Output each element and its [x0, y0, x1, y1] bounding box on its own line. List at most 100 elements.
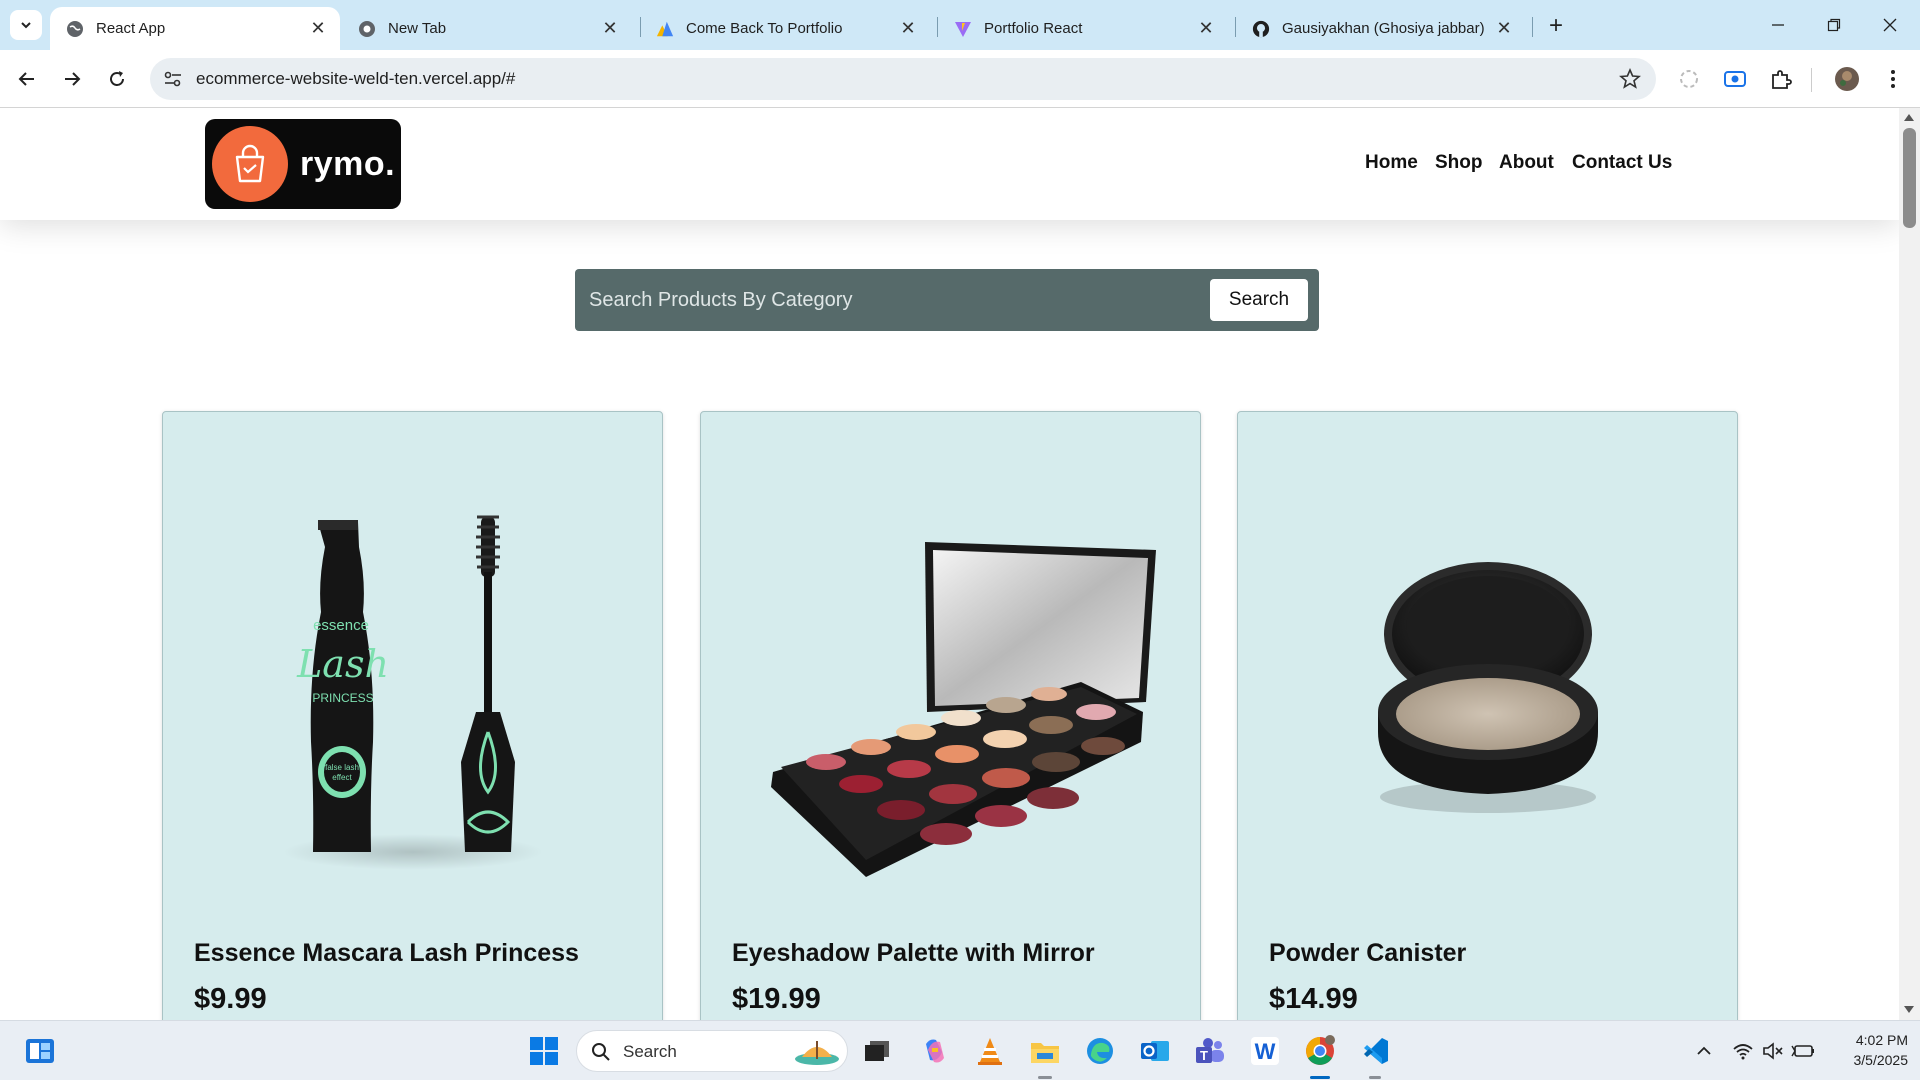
shopping-bag-icon — [212, 126, 288, 202]
system-clock[interactable]: 4:02 PM 3/5/2025 — [1818, 1030, 1909, 1070]
github-icon — [1252, 20, 1270, 38]
windows-start-icon[interactable] — [527, 1034, 561, 1068]
tab-new-tab[interactable]: New Tab ✕ — [342, 7, 632, 50]
copilot-icon[interactable] — [918, 1034, 952, 1068]
product-name: Eyeshadow Palette with Mirror — [732, 939, 1095, 967]
close-icon[interactable]: ✕ — [1494, 18, 1514, 39]
battery-icon[interactable] — [1790, 1039, 1816, 1063]
product-card[interactable]: essence Lash PRINCESS false lash effect … — [162, 411, 663, 1020]
outlook-icon[interactable] — [1138, 1034, 1172, 1068]
tab-title: Come Back To Portfolio — [686, 20, 843, 37]
close-icon — [1883, 18, 1897, 32]
mascara-image: essence Lash PRINCESS false lash effect — [283, 515, 543, 870]
product-search-bar: Search — [575, 269, 1319, 331]
star-icon[interactable] — [1618, 67, 1642, 91]
search-button[interactable]: Search — [1210, 279, 1308, 321]
tab-react-app[interactable]: React App ✕ — [50, 7, 340, 50]
chevron-up-icon[interactable] — [1692, 1039, 1716, 1063]
vlc-icon[interactable] — [973, 1034, 1007, 1068]
tab-separator — [1532, 17, 1533, 37]
triangles-icon — [656, 20, 674, 38]
arrow-right-icon — [65, 72, 81, 86]
tab-search-button[interactable] — [10, 10, 42, 40]
close-icon[interactable]: ✕ — [898, 18, 918, 39]
extension-loading-icon[interactable] — [1676, 66, 1702, 92]
svg-text:essence: essence — [313, 617, 369, 634]
taskbar-search-label: Search — [623, 1042, 677, 1061]
product-card[interactable]: Powder Canister $14.99 — [1237, 411, 1738, 1020]
edge-icon[interactable] — [1083, 1034, 1117, 1068]
close-icon[interactable]: ✕ — [1196, 18, 1216, 39]
nav-about[interactable]: About — [1499, 152, 1554, 174]
chrome-icon[interactable] — [1303, 1034, 1337, 1068]
search-icon — [592, 1043, 610, 1061]
arrow-left-icon — [18, 72, 34, 86]
tab-title: Portfolio React — [984, 20, 1083, 37]
svg-text:false lash: false lash — [325, 763, 359, 772]
running-indicator — [1038, 1076, 1052, 1079]
tab-title: New Tab — [388, 20, 447, 37]
minimize-button[interactable] — [1750, 0, 1806, 50]
puzzle-icon[interactable] — [1768, 66, 1794, 92]
site-settings-icon[interactable] — [162, 68, 184, 90]
close-icon[interactable]: ✕ — [308, 18, 328, 39]
svg-text:PRINCESS: PRINCESS — [312, 691, 373, 705]
globe-icon — [66, 20, 84, 38]
product-name: Powder Canister — [1269, 939, 1467, 967]
tab-title: React App — [96, 20, 166, 37]
eyeshadow-palette-image — [771, 542, 1156, 877]
powder-compact-image — [1378, 562, 1598, 813]
tab-github[interactable]: Gausiyakhan (Ghosiya jabbar) ✕ — [1236, 7, 1526, 50]
vite-icon — [954, 20, 972, 38]
running-indicator — [1369, 1076, 1381, 1079]
restore-icon — [1827, 18, 1841, 32]
svg-text:effect: effect — [332, 773, 352, 782]
widgets-icon[interactable] — [23, 1034, 57, 1068]
chrome-icon — [358, 20, 376, 38]
minimize-icon — [1772, 24, 1784, 26]
toolbar-divider — [1811, 68, 1812, 92]
file-explorer-icon[interactable] — [1028, 1034, 1062, 1068]
teams-icon[interactable]: T — [1193, 1034, 1227, 1068]
menu-dots-icon[interactable] — [1880, 66, 1906, 92]
new-tab-button[interactable]: + — [1542, 12, 1570, 40]
active-app-indicator — [1310, 1076, 1330, 1079]
product-price: $19.99 — [732, 983, 821, 1015]
product-card[interactable]: Eyeshadow Palette with Mirror $19.99 — [700, 411, 1201, 1020]
browser-tab-strip: React App ✕ New Tab ✕ Come Back To Portf… — [0, 0, 1920, 50]
tab-portfolio-react[interactable]: Portfolio React ✕ — [938, 7, 1228, 50]
vscode-icon[interactable] — [1358, 1034, 1392, 1068]
task-view-icon[interactable] — [860, 1034, 894, 1068]
page-scrollbar[interactable] — [1899, 108, 1920, 1020]
site-logo[interactable]: rymo. — [205, 119, 401, 209]
wifi-icon[interactable] — [1730, 1039, 1756, 1063]
back-button[interactable] — [10, 62, 44, 96]
close-window-button[interactable] — [1862, 0, 1918, 50]
chevron-down-icon — [21, 22, 31, 29]
profile-avatar[interactable] — [1834, 66, 1860, 92]
forward-button[interactable] — [55, 62, 89, 96]
scroll-down-arrow[interactable] — [1904, 1006, 1914, 1013]
product-name: Essence Mascara Lash Princess — [194, 939, 579, 967]
scroll-up-arrow[interactable] — [1904, 114, 1914, 121]
address-bar[interactable]: ecommerce-website-weld-ten.vercel.app/# — [150, 58, 1656, 100]
tab-title: Gausiyakhan (Ghosiya jabbar) — [1282, 20, 1485, 37]
category-search-input[interactable] — [587, 281, 1157, 319]
product-price: $14.99 — [1269, 983, 1358, 1015]
nav-shop[interactable]: Shop — [1435, 152, 1483, 174]
url-text[interactable]: ecommerce-website-weld-ten.vercel.app/# — [196, 69, 515, 89]
product-price: $9.99 — [194, 983, 267, 1015]
tab-portfolio[interactable]: Come Back To Portfolio ✕ — [640, 7, 930, 50]
word-app-icon[interactable]: W — [1248, 1034, 1282, 1068]
screen-capture-icon[interactable] — [1722, 66, 1748, 92]
scrollbar-thumb[interactable] — [1903, 128, 1916, 228]
browser-toolbar: ecommerce-website-weld-ten.vercel.app/# — [0, 50, 1920, 108]
speaker-muted-icon[interactable] — [1760, 1039, 1786, 1063]
taskbar-search-box[interactable]: Search — [576, 1030, 848, 1072]
reload-button[interactable] — [100, 62, 134, 96]
nav-home[interactable]: Home — [1365, 152, 1418, 174]
nav-contact-us[interactable]: Contact Us — [1572, 152, 1672, 174]
restore-button[interactable] — [1806, 0, 1862, 50]
close-icon[interactable]: ✕ — [600, 18, 620, 39]
reload-icon — [110, 71, 124, 86]
